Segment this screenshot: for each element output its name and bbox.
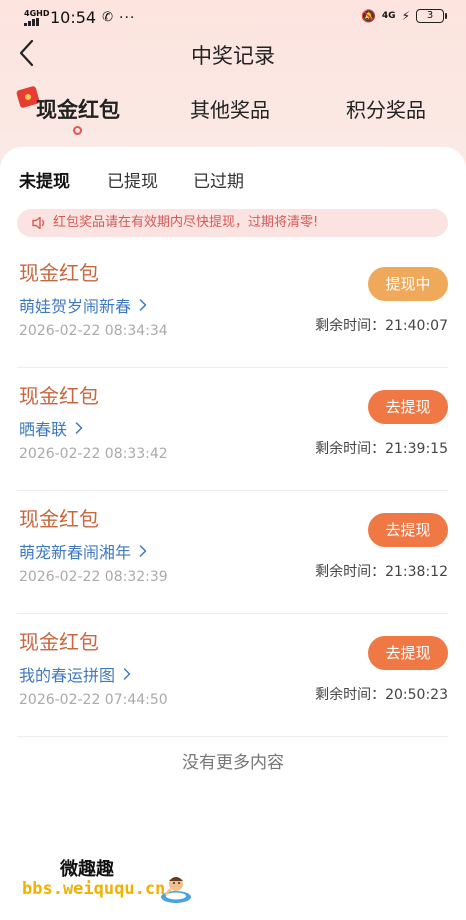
item-date: 2026-02-22 07:44:50 — [19, 692, 168, 708]
event-name: 我的春运拼图 — [19, 666, 116, 685]
processing-button[interactable]: 提现中 — [368, 267, 448, 301]
signal-icon: 4GHD — [24, 8, 50, 26]
watermark-mascot-icon — [161, 877, 191, 903]
network-right: 4G — [381, 11, 396, 21]
item-date: 2026-02-22 08:33:42 — [19, 446, 168, 462]
event-name: 萌娃贺岁闹新春 — [19, 297, 132, 316]
item-title: 现金红包 — [19, 384, 99, 408]
tab-points-prizes[interactable]: 积分奖品 — [346, 94, 426, 123]
list-item: 现金红包 萌娃贺岁闹新春 2026-02-22 08:34:34 提现中 剩余时… — [17, 245, 448, 368]
list-item: 现金红包 晒春联 2026-02-22 08:33:42 去提现 剩余时间：21… — [17, 368, 448, 491]
withdraw-button[interactable]: 去提现 — [368, 513, 448, 547]
item-title: 现金红包 — [19, 261, 99, 285]
watermark-title: 微趣趣 — [60, 859, 114, 880]
nav-bar: 中奖记录 — [0, 36, 466, 70]
no-more-content: 没有更多内容 — [182, 753, 284, 773]
clock: 10:54 — [50, 8, 97, 27]
withdraw-button[interactable]: 去提现 — [368, 636, 448, 670]
item-title: 现金红包 — [19, 507, 99, 531]
subtab-expired[interactable]: 已过期 — [193, 167, 244, 192]
list-item: 现金红包 萌宠新春闹湘年 2026-02-22 08:32:39 去提现 剩余时… — [17, 491, 448, 614]
subtab-withdrawn[interactable]: 已提现 — [107, 167, 158, 192]
remaining-time: 剩余时间：21:38:12 — [315, 564, 448, 580]
chevron-right-icon — [123, 668, 131, 680]
battery-level: 3 — [426, 10, 434, 21]
speaker-icon — [32, 216, 45, 230]
remaining-time: 剩余时间：21:39:15 — [315, 441, 448, 457]
status-bar: 4GHD 10:54 ✆ ··· 🔕 4G ⚡ 3 — [0, 0, 466, 36]
notice-banner: 红包奖品请在有效期内尽快提现，过期将清零! — [17, 209, 448, 237]
record-list: 现金红包 萌娃贺岁闹新春 2026-02-22 08:34:34 提现中 剩余时… — [17, 245, 448, 737]
notice-text: 红包奖品请在有效期内尽快提现，过期将清零! — [53, 215, 319, 230]
list-item: 现金红包 我的春运拼图 2026-02-22 07:44:50 去提现 剩余时间… — [17, 614, 448, 737]
event-name: 晒春联 — [19, 420, 68, 439]
item-date: 2026-02-22 08:34:34 — [19, 323, 168, 339]
withdraw-status-tabs: 未提现 已提现 已过期 — [0, 167, 466, 193]
wechat-icon: ✆ — [102, 10, 114, 25]
mute-icon: 🔕 — [360, 9, 376, 23]
charging-icon: ⚡ — [401, 9, 410, 23]
network-type: 4GHD — [24, 8, 50, 18]
event-link[interactable]: 萌宠新春闹湘年 — [19, 539, 147, 563]
remaining-time: 剩余时间：20:50:23 — [315, 687, 448, 703]
tab-cash-red-envelope[interactable]: 现金红包 — [36, 94, 120, 124]
active-tab-indicator — [73, 126, 82, 135]
event-link[interactable]: 萌娃贺岁闹新春 — [19, 293, 147, 317]
page-title: 中奖记录 — [191, 44, 275, 68]
event-name: 萌宠新春闹湘年 — [19, 543, 132, 562]
event-link[interactable]: 晒春联 — [19, 416, 83, 440]
chevron-right-icon — [139, 299, 147, 311]
chevron-right-icon — [75, 422, 83, 434]
item-date: 2026-02-22 08:32:39 — [19, 569, 168, 585]
more-dots-icon: ··· — [119, 9, 136, 26]
withdraw-button[interactable]: 去提现 — [368, 390, 448, 424]
subtab-not-withdrawn[interactable]: 未提现 — [19, 167, 70, 192]
remaining-time: 剩余时间：21:40:07 — [315, 318, 448, 334]
records-panel: 未提现 已提现 已过期 红包奖品请在有效期内尽快提现，过期将清零! 现金红包 萌… — [0, 147, 466, 920]
watermark-url: bbs.weiququ.cn — [22, 879, 166, 899]
battery-icon: 3 — [416, 9, 447, 23]
chevron-right-icon — [139, 545, 147, 557]
prize-tabs: 现金红包 其他奖品 积分奖品 — [0, 85, 466, 138]
item-title: 现金红包 — [19, 630, 99, 654]
event-link[interactable]: 我的春运拼图 — [19, 662, 131, 686]
tab-other-prizes[interactable]: 其他奖品 — [190, 94, 270, 123]
site-watermark: 微趣趣 bbs.weiququ.cn — [22, 852, 202, 912]
